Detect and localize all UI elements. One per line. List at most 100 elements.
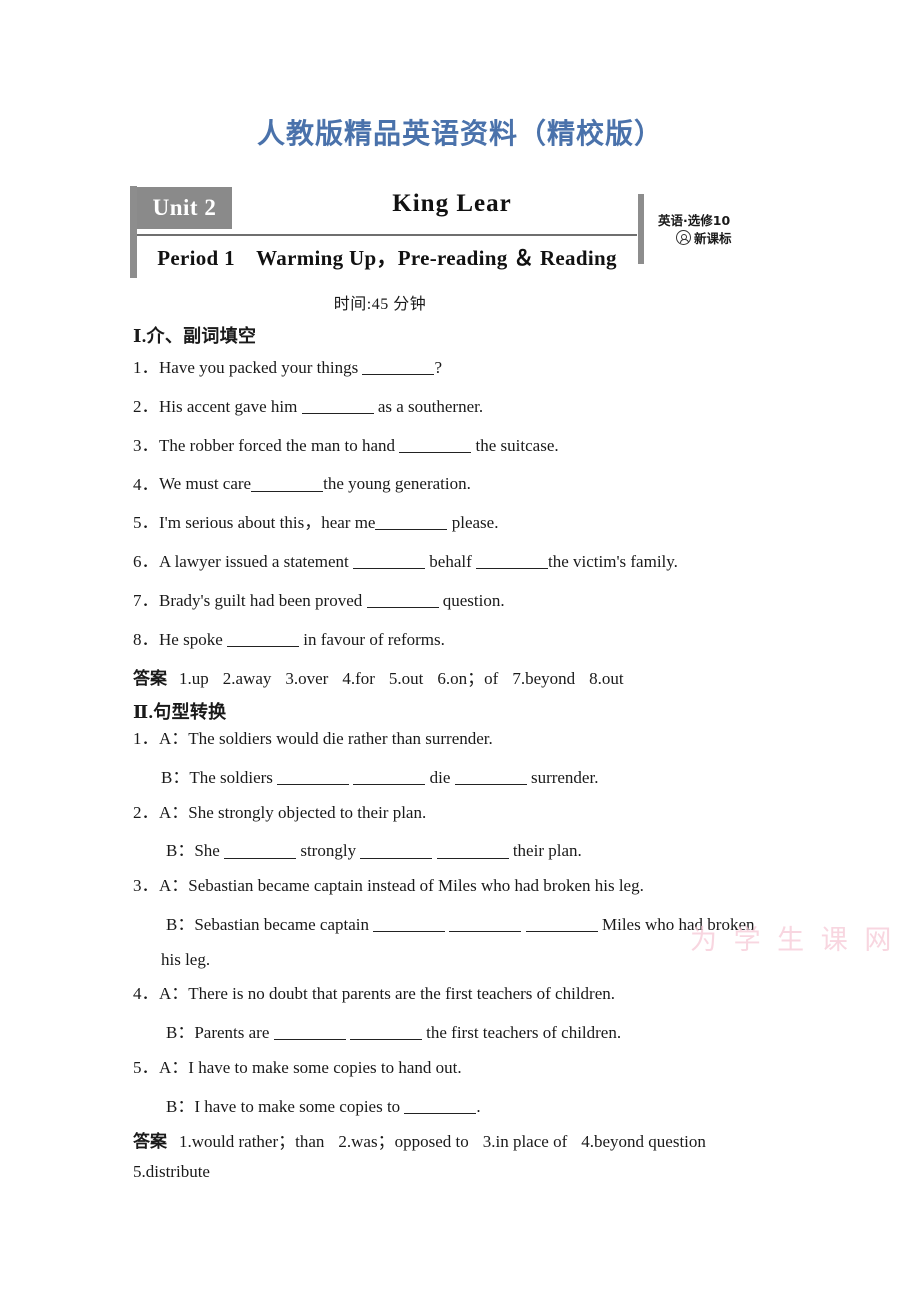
speaker-b-part: Sebastian became captain xyxy=(194,915,374,935)
answer-blank[interactable] xyxy=(399,436,472,453)
speaker-b-label: B： xyxy=(161,768,190,787)
answer-label: 答案 xyxy=(133,1132,167,1152)
period-title: Period 1 Warming Up，Pre-reading ＆ Readin… xyxy=(157,246,617,270)
answer-value: 3.over xyxy=(285,668,329,688)
answer-value: 8.out xyxy=(589,668,624,688)
question-text-before: Have you packed your things xyxy=(159,358,363,378)
question-text-before: Brady's guilt had been proved xyxy=(159,591,367,611)
speaker-b-part: Miles who had broken xyxy=(597,915,755,935)
answer-blank[interactable] xyxy=(273,1023,346,1041)
answer-blank[interactable] xyxy=(404,1097,477,1114)
answer-value: 1.up xyxy=(179,668,209,688)
speaker-a-text: I have to make some copies to hand out. xyxy=(188,1057,462,1077)
question-number: 5． xyxy=(133,1057,159,1077)
speaker-a-label: A： xyxy=(159,729,189,749)
answer-blank[interactable] xyxy=(301,397,374,414)
question-text-after: in favour of reforms. xyxy=(298,629,445,649)
answer-blank[interactable] xyxy=(362,358,435,376)
answer-blank[interactable] xyxy=(349,1023,422,1041)
section-2-heading: Ⅱ.句型转换 xyxy=(133,702,227,723)
answer-blank[interactable] xyxy=(525,915,598,933)
question-text-before: He spoke xyxy=(159,629,227,649)
answer-value: 4.beyond question xyxy=(581,1132,706,1152)
question-text-after: as a southerner. xyxy=(373,396,484,416)
transform-answer-line: B：The soldiers die surrender. xyxy=(133,768,833,788)
document-content: Ⅰ.介、副词填空 1．Have you packed your things ?… xyxy=(133,322,833,1192)
speaker-a-text: There is no doubt that parents are the f… xyxy=(188,984,616,1004)
answer-blank[interactable] xyxy=(224,841,297,859)
question-text-after: please. xyxy=(447,513,499,533)
answer-line: 答案 1.up 2.away 3.over 4.for 5.out 6.on；of 7.bey… xyxy=(133,669,833,689)
question-item: 1．Have you packed your things ? xyxy=(133,358,833,378)
speaker-a-label: A： xyxy=(159,1057,189,1077)
question-text-before: We must care xyxy=(159,474,252,494)
speaker-a-label: A： xyxy=(159,984,189,1004)
answer-blank[interactable] xyxy=(360,841,433,859)
speaker-b-label: B： xyxy=(166,915,195,935)
question-text-after: the victim's family. xyxy=(548,552,678,572)
answer-blank[interactable] xyxy=(375,513,448,531)
answer-blank[interactable] xyxy=(277,768,350,785)
page-banner-title: 人教版精品英语资料（精校版） xyxy=(256,117,663,150)
question-number: 2． xyxy=(133,802,159,822)
section-1-heading: Ⅰ.介、副词填空 xyxy=(133,326,257,346)
transform-item: 5．A：I have to make some copies to hand o… xyxy=(133,1057,833,1078)
speaker-b-label: B： xyxy=(166,1023,195,1043)
answer-value: 2.away xyxy=(222,668,272,688)
speaker-a-text: She strongly objected to their plan. xyxy=(188,802,427,822)
transform-answer-line: B：I have to make some copies to . xyxy=(133,1097,833,1117)
question-number: 2． xyxy=(133,396,159,416)
speaker-b-label: B： xyxy=(166,841,195,861)
answer-blank[interactable] xyxy=(226,630,299,647)
speaker-b-part: surrender. xyxy=(526,768,599,787)
answer-blank[interactable] xyxy=(436,841,509,859)
answer-blank[interactable] xyxy=(353,768,426,785)
transform-answer-line: B：Parents are the first teachers of chil… xyxy=(133,1023,833,1043)
answer-value: 1.would rather；than xyxy=(179,1132,325,1152)
question-text-before: A lawyer issued a statement xyxy=(159,552,354,572)
answer-blank[interactable] xyxy=(366,591,439,609)
answer-blank[interactable] xyxy=(476,552,549,570)
question-text-after: ? xyxy=(434,358,443,378)
speaker-b-part: She xyxy=(194,841,225,861)
question-item: 6．A lawyer issued a statement behalf the… xyxy=(133,552,833,572)
question-number: 3． xyxy=(133,876,159,896)
speaker-b-part: their plan. xyxy=(508,841,582,861)
header-divider xyxy=(137,234,637,236)
header-right-bar xyxy=(638,194,644,264)
answer-blank[interactable] xyxy=(454,768,527,785)
question-number: 1． xyxy=(133,729,159,749)
question-number: 5． xyxy=(133,513,159,533)
question-item: 3．The robber forced the man to hand the … xyxy=(133,436,833,456)
textbook-badge: 英语·选修10 新课标 xyxy=(658,212,808,248)
transform-item: 4．A：There is no doubt that parents are t… xyxy=(133,985,833,1004)
question-item: 2．His accent gave him as a southerner. xyxy=(133,397,833,417)
question-text-after: the suitcase. xyxy=(471,435,559,455)
transform-answer-line: B：She strongly their plan. xyxy=(133,841,833,861)
speaker-a-text: The soldiers would die rather than surre… xyxy=(188,729,493,749)
speaker-b-part: strongly xyxy=(296,841,361,861)
document-page: 人教版精品英语资料（精校版） Unit 2 King Lear 英语·选修10 … xyxy=(0,0,920,1302)
person-circle-icon xyxy=(676,230,691,246)
header-left-bar xyxy=(130,186,137,278)
speaker-b-part: . xyxy=(476,1096,481,1116)
question-item: 7．Brady's guilt had been proved question… xyxy=(133,591,833,611)
answer-continuation: 5.distribute xyxy=(133,1161,210,1181)
answer-blank[interactable] xyxy=(373,915,446,933)
question-number: 8． xyxy=(133,629,159,649)
answer-blank[interactable] xyxy=(353,552,426,570)
speaker-b-part: die xyxy=(425,768,455,787)
answer-blank[interactable] xyxy=(251,474,324,492)
question-text-after: question. xyxy=(438,591,505,611)
question-text-mid: behalf xyxy=(425,552,477,572)
speaker-a-label: A： xyxy=(159,876,189,896)
question-item: 4．We must care the young generation. xyxy=(133,474,833,494)
answer-blank[interactable] xyxy=(449,915,522,933)
transform-item: 2．A：She strongly objected to their plan. xyxy=(133,802,833,823)
speaker-b-part: Parents are xyxy=(194,1023,274,1043)
speaker-b-part: The soldiers xyxy=(189,768,278,787)
question-text-before: I'm serious about this，hear me xyxy=(159,513,376,533)
answer-line: 答案 1.would rather；than 2.was；opposed to 3.i… xyxy=(133,1132,833,1152)
transform-answer-wrap: his leg. xyxy=(161,949,211,969)
answer-value: 6.on；of xyxy=(437,668,499,688)
